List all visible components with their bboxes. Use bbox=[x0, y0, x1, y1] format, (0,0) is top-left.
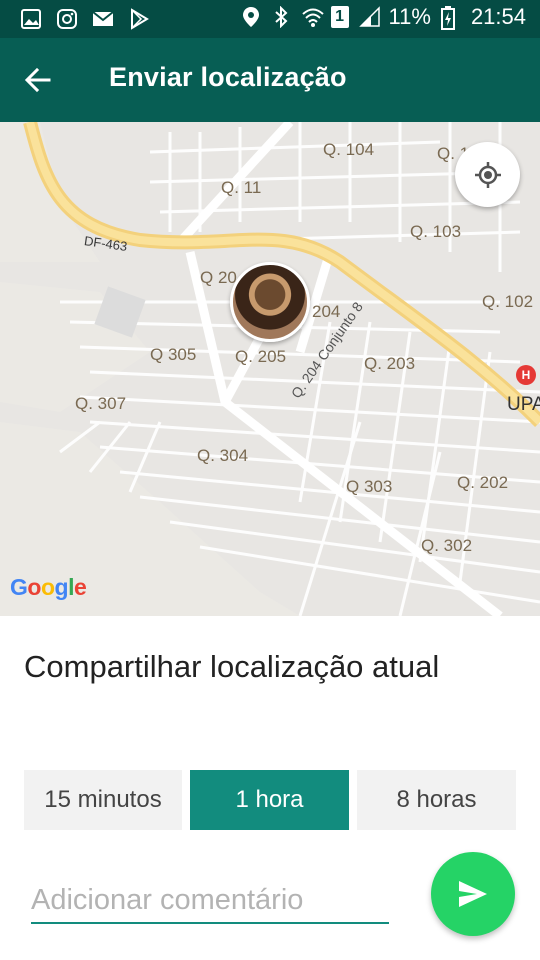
app-bar: Enviar localização bbox=[0, 38, 540, 122]
duration-15-minutes-button[interactable]: 15 minutos bbox=[24, 770, 182, 830]
location-pin-icon bbox=[241, 6, 261, 28]
share-panel: Compartilhar localização atual 15 minuto… bbox=[0, 616, 540, 960]
instagram-icon bbox=[56, 8, 78, 30]
my-location-icon bbox=[474, 161, 501, 188]
map-label: Q. 103 bbox=[410, 222, 462, 241]
user-location-avatar[interactable] bbox=[230, 262, 310, 342]
google-logo: Google bbox=[10, 574, 87, 600]
map-label: Q. 203 bbox=[364, 354, 416, 373]
sim-badge: 1 bbox=[330, 6, 349, 28]
comment-input[interactable] bbox=[31, 878, 389, 924]
map-label: Q. 104 bbox=[323, 140, 375, 159]
map-label: Q. 304 bbox=[197, 446, 249, 465]
wifi-icon bbox=[301, 6, 324, 28]
send-button[interactable] bbox=[431, 852, 515, 936]
bluetooth-icon bbox=[271, 5, 291, 29]
mail-icon bbox=[92, 8, 114, 30]
arrow-back-icon bbox=[24, 67, 51, 93]
play-store-icon bbox=[128, 8, 150, 30]
map-label: Q. 307 bbox=[75, 394, 127, 413]
map-label: Q. 202 bbox=[457, 473, 509, 492]
notification-icons bbox=[20, 8, 150, 30]
my-location-button[interactable] bbox=[455, 142, 520, 207]
map-poi-label: UPA bbox=[507, 394, 540, 415]
back-button[interactable] bbox=[18, 60, 58, 100]
map-label: Q 305 bbox=[150, 345, 197, 364]
page-title: Enviar localização bbox=[109, 62, 347, 92]
clock: 21:54 bbox=[470, 4, 526, 29]
map-label: 204 bbox=[312, 302, 341, 321]
map-label: Q. 302 bbox=[421, 536, 473, 555]
share-current-location[interactable]: Compartilhar localização atual bbox=[24, 640, 494, 694]
system-icons: 1 11% 21:54 bbox=[241, 4, 526, 30]
duration-1-hour-button[interactable]: 1 hora bbox=[190, 770, 349, 830]
gallery-icon bbox=[20, 8, 42, 30]
send-icon bbox=[459, 881, 487, 907]
status-bar: 1 11% 21:54 bbox=[0, 0, 540, 38]
map-label: Q. 102 bbox=[482, 292, 534, 311]
duration-selector: 15 minutos 1 hora 8 horas bbox=[24, 770, 516, 830]
map-label: Q 20 bbox=[200, 268, 237, 287]
battery-percent: 11% bbox=[388, 4, 431, 29]
map-label: Q. 205 bbox=[235, 347, 287, 366]
signal-icon bbox=[358, 6, 380, 28]
map-view[interactable]: Q. 104 Q. 1 Q. 11 Q. 103 DF-463 Q 20 204… bbox=[0, 122, 540, 616]
map-label: Q 303 bbox=[346, 477, 393, 496]
battery-icon bbox=[440, 6, 461, 30]
map-label: Q. 11 bbox=[221, 178, 262, 197]
hospital-marker[interactable]: H bbox=[516, 365, 536, 385]
duration-8-hours-button[interactable]: 8 horas bbox=[357, 770, 516, 830]
